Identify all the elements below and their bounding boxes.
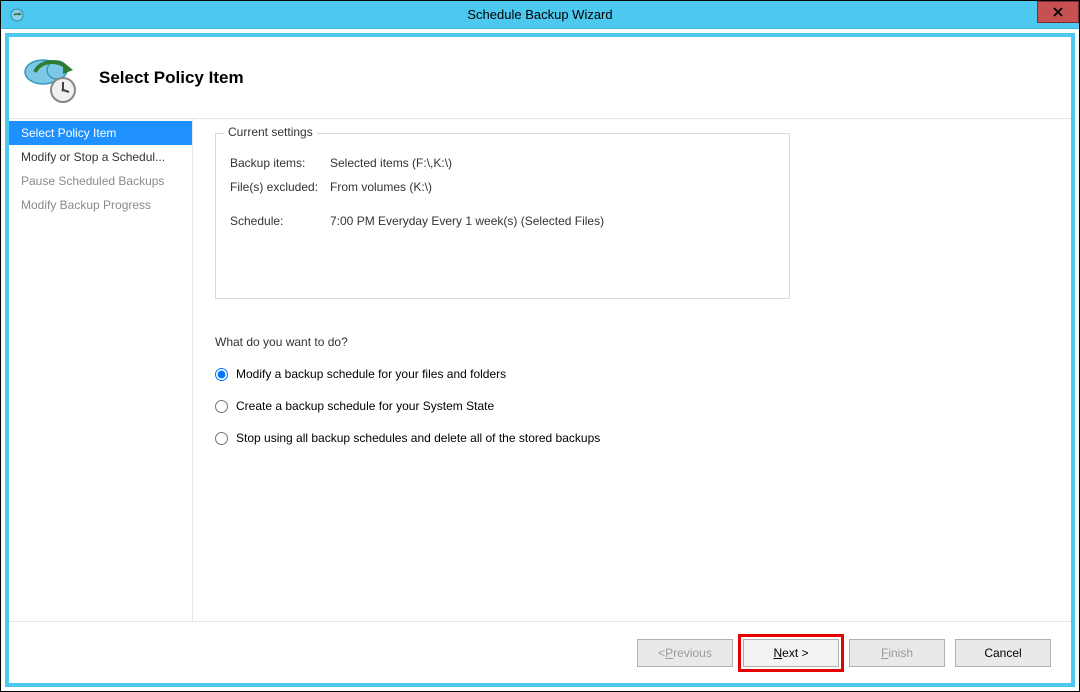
page-heading: Select Policy Item — [99, 68, 244, 88]
cancel-button[interactable]: Cancel — [955, 639, 1051, 667]
radio-modify-schedule[interactable]: Modify a backup schedule for your files … — [215, 367, 1049, 381]
question-text: What do you want to do? — [215, 335, 1049, 349]
wizard-footer: < Previous Next > Finish Cancel — [9, 621, 1071, 683]
finish-button: Finish — [849, 639, 945, 667]
nav-item-pause-backups: Pause Scheduled Backups — [9, 169, 192, 193]
radio-stop-delete[interactable]: Stop using all backup schedules and dele… — [215, 431, 1049, 445]
app-icon — [9, 7, 25, 23]
current-settings-legend: Current settings — [224, 125, 317, 139]
nav-item-modify-progress: Modify Backup Progress — [9, 193, 192, 217]
titlebar: Schedule Backup Wizard — [1, 1, 1079, 29]
row-backup-items: Backup items: Selected items (F:\,K:\) — [230, 156, 775, 170]
nav-item-select-policy[interactable]: Select Policy Item — [9, 121, 192, 145]
backup-cloud-clock-icon — [21, 52, 81, 104]
previous-button: < Previous — [637, 639, 733, 667]
row-schedule: Schedule: 7:00 PM Everyday Every 1 week(… — [230, 214, 775, 228]
radio-stop-delete-input[interactable] — [215, 432, 228, 445]
row-files-excluded: File(s) excluded: From volumes (K:\) — [230, 180, 775, 194]
value-backup-items: Selected items (F:\,K:\) — [330, 156, 452, 170]
radio-create-system-state-label[interactable]: Create a backup schedule for your System… — [236, 399, 494, 413]
wizard-nav: Select Policy Item Modify or Stop a Sche… — [9, 119, 193, 621]
next-button[interactable]: Next > — [743, 639, 839, 667]
current-settings-group: Current settings Backup items: Selected … — [215, 133, 790, 299]
label-schedule: Schedule: — [230, 214, 330, 228]
radio-group-action: Modify a backup schedule for your files … — [215, 367, 1049, 445]
radio-modify-schedule-label[interactable]: Modify a backup schedule for your files … — [236, 367, 506, 381]
radio-modify-schedule-input[interactable] — [215, 368, 228, 381]
label-backup-items: Backup items: — [230, 156, 330, 170]
wizard-content: Current settings Backup items: Selected … — [193, 119, 1071, 621]
close-button[interactable] — [1037, 1, 1079, 23]
radio-create-system-state-input[interactable] — [215, 400, 228, 413]
radio-create-system-state[interactable]: Create a backup schedule for your System… — [215, 399, 1049, 413]
wizard-inner: Select Policy Item Select Policy Item Mo… — [5, 33, 1075, 687]
value-files-excluded: From volumes (K:\) — [330, 180, 432, 194]
radio-stop-delete-label[interactable]: Stop using all backup schedules and dele… — [236, 431, 600, 445]
wizard-window: Schedule Backup Wizard — [0, 0, 1080, 692]
value-schedule: 7:00 PM Everyday Every 1 week(s) (Select… — [330, 214, 604, 228]
window-title: Schedule Backup Wizard — [467, 7, 612, 22]
label-files-excluded: File(s) excluded: — [230, 180, 330, 194]
wizard-header: Select Policy Item — [9, 37, 1071, 119]
nav-item-modify-stop[interactable]: Modify or Stop a Schedul... — [9, 145, 192, 169]
wizard-body: Select Policy Item Modify or Stop a Sche… — [9, 119, 1071, 621]
